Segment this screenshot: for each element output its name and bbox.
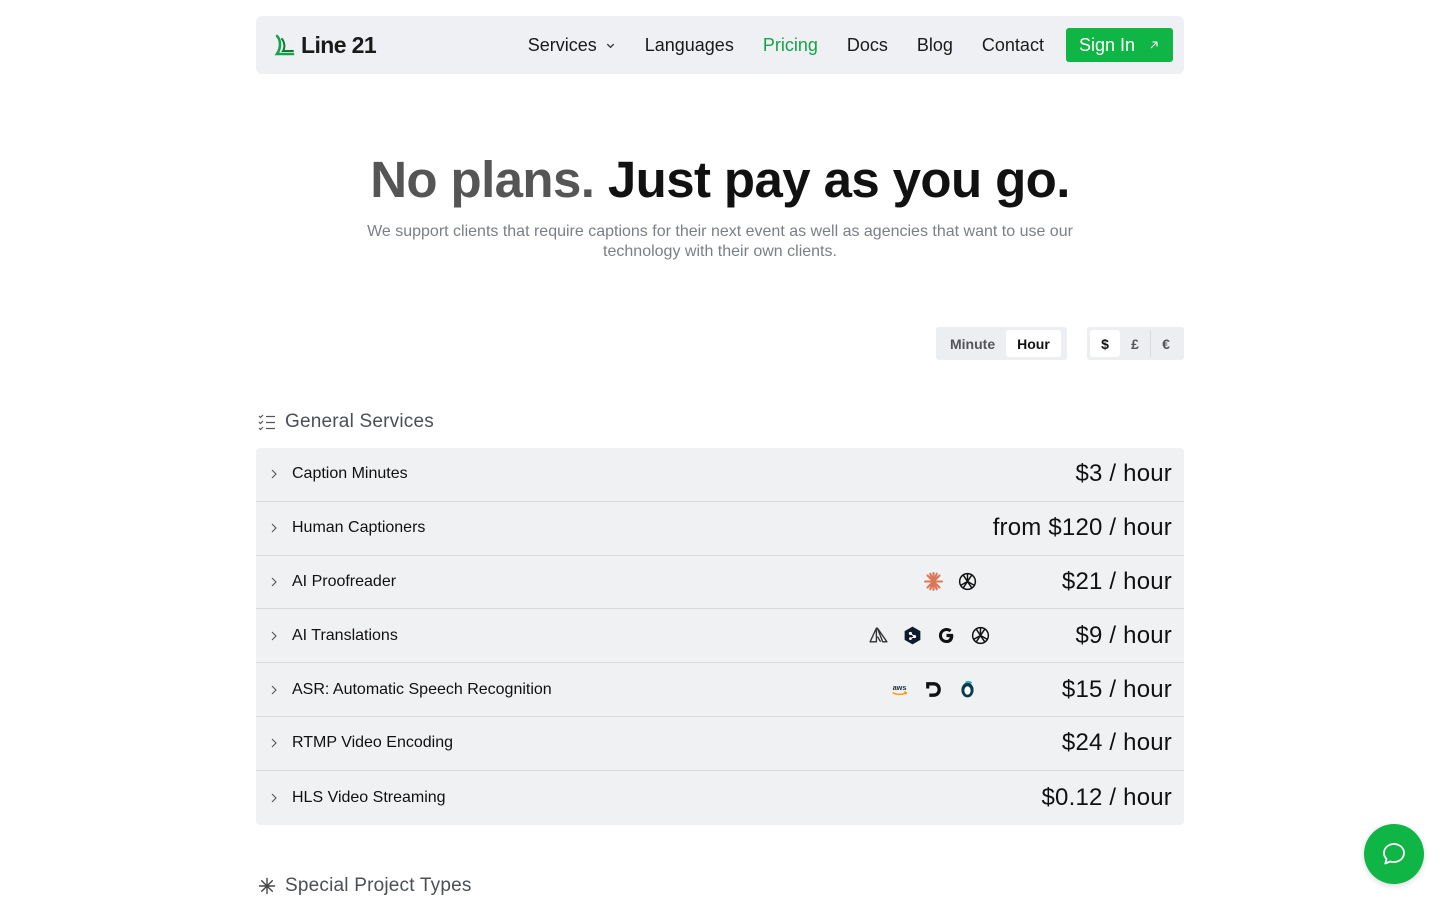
google-icon — [939, 628, 954, 644]
pricing-row-human-captioners[interactable]: Human Captioners from $120 / hour — [256, 502, 1184, 556]
row-label: ASR: Automatic Speech Recognition — [292, 680, 552, 698]
provider-icons — [923, 571, 978, 592]
openai-icon — [972, 627, 990, 645]
chevron-down-icon — [606, 43, 614, 48]
openai-icon — [958, 573, 977, 591]
pricing-row-caption-minutes[interactable]: Caption Minutes $3 / hour — [256, 448, 1184, 502]
pricing-row-ai-proofreader[interactable]: AI Proofreader $21 / hour — [256, 556, 1184, 610]
chat-launcher-button[interactable] — [1364, 824, 1424, 884]
nav-link-services[interactable]: Services — [528, 35, 616, 56]
deepgram-icon — [926, 682, 941, 697]
speechmatics-icon — [961, 680, 974, 698]
nav-link-contact[interactable]: Contact — [982, 35, 1044, 56]
row-price: $0.12 / hour — [1041, 783, 1172, 811]
asterisk-icon — [258, 877, 276, 895]
nav-links: Services Languages Pricing Docs Blog Con… — [528, 35, 1044, 56]
row-label: Caption Minutes — [292, 465, 408, 483]
pricing-row-hls-video-streaming[interactable]: HLS Video Streaming $0.12 / hour — [256, 771, 1184, 825]
unit-option-hour[interactable]: Hour — [1006, 330, 1061, 357]
line21-logo-icon — [274, 34, 295, 56]
nav-link-blog[interactable]: Blog — [917, 35, 953, 56]
row-price: from $120 / hour — [992, 514, 1172, 542]
chevron-right-icon — [271, 523, 277, 533]
chevron-right-icon — [271, 793, 277, 803]
provider-icons: aws — [889, 679, 978, 700]
row-label: HLS Video Streaming — [292, 788, 446, 806]
section-heading-general-services: General Services — [258, 411, 434, 433]
chevron-right-icon — [271, 738, 277, 748]
row-label: AI Proofreader — [292, 572, 397, 590]
page-title-muted: No plans. — [370, 151, 595, 208]
nav-link-pricing[interactable]: Pricing — [763, 35, 818, 56]
row-label: RTMP Video Encoding — [292, 734, 453, 752]
chevron-right-icon — [271, 577, 277, 587]
sign-in-label: Sign In — [1078, 34, 1135, 55]
chat-bubble-icon — [1383, 843, 1405, 865]
currency-option-usd[interactable]: $ — [1090, 330, 1120, 357]
pricing-row-ai-translations[interactable]: AI Translations $9 / hour — [256, 609, 1184, 664]
chevron-right-icon — [271, 631, 277, 641]
row-label: Human Captioners — [292, 519, 426, 537]
unit-toggle: Minute Hour — [936, 327, 1067, 360]
chevron-right-icon — [271, 470, 277, 479]
row-price: $3 / hour — [1075, 460, 1172, 488]
page-title: No plans. Just pay as you go. — [0, 150, 1440, 209]
currency-toggle: $ £ € — [1087, 327, 1184, 360]
pricing-table: Caption Minutes $3 / hour Human Captione… — [256, 448, 1184, 825]
pricing-row-asr[interactable]: ASR: Automatic Speech Recognition aws $1… — [256, 663, 1184, 717]
nav-link-docs[interactable]: Docs — [847, 35, 888, 56]
section-title: Special Project Types — [285, 875, 472, 896]
arrow-up-right-icon — [1150, 41, 1158, 49]
brand-name: Line 21 — [301, 31, 377, 58]
currency-option-gbp[interactable]: £ — [1120, 330, 1150, 357]
row-price: $24 / hour — [1061, 729, 1172, 757]
currency-option-eur[interactable]: € — [1151, 330, 1181, 357]
top-navbar: Line 21 Services Languages Pricing Docs … — [256, 16, 1184, 74]
section-heading-special-projects: Special Project Types — [258, 875, 472, 897]
row-label: AI Translations — [292, 626, 398, 644]
sign-in-button[interactable]: Sign In — [1065, 28, 1173, 62]
pricing-row-rtmp-video-encoding[interactable]: RTMP Video Encoding $24 / hour — [256, 717, 1184, 771]
row-price: $9 / hour — [1075, 621, 1172, 649]
row-price: $21 / hour — [1061, 567, 1172, 595]
aws-icon: aws — [892, 683, 908, 696]
section-title: General Services — [285, 411, 434, 432]
deepl-icon — [905, 626, 921, 645]
anthropic-icon — [923, 572, 943, 592]
chevron-right-icon — [271, 685, 277, 694]
row-price: $15 / hour — [1061, 675, 1172, 703]
azure-icon — [869, 627, 889, 643]
nav-link-languages[interactable]: Languages — [645, 35, 734, 56]
checklist-icon — [258, 414, 275, 431]
page-subtitle: We support clients that require captions… — [367, 223, 1073, 260]
unit-option-minute[interactable]: Minute — [939, 330, 1006, 357]
svg-text:aws: aws — [892, 683, 906, 692]
brand-logo[interactable]: Line 21 — [273, 31, 377, 59]
nav-link-label: Services — [527, 34, 597, 55]
provider-icons — [868, 625, 991, 646]
page-title-strong: Just pay as you go. — [607, 151, 1071, 208]
